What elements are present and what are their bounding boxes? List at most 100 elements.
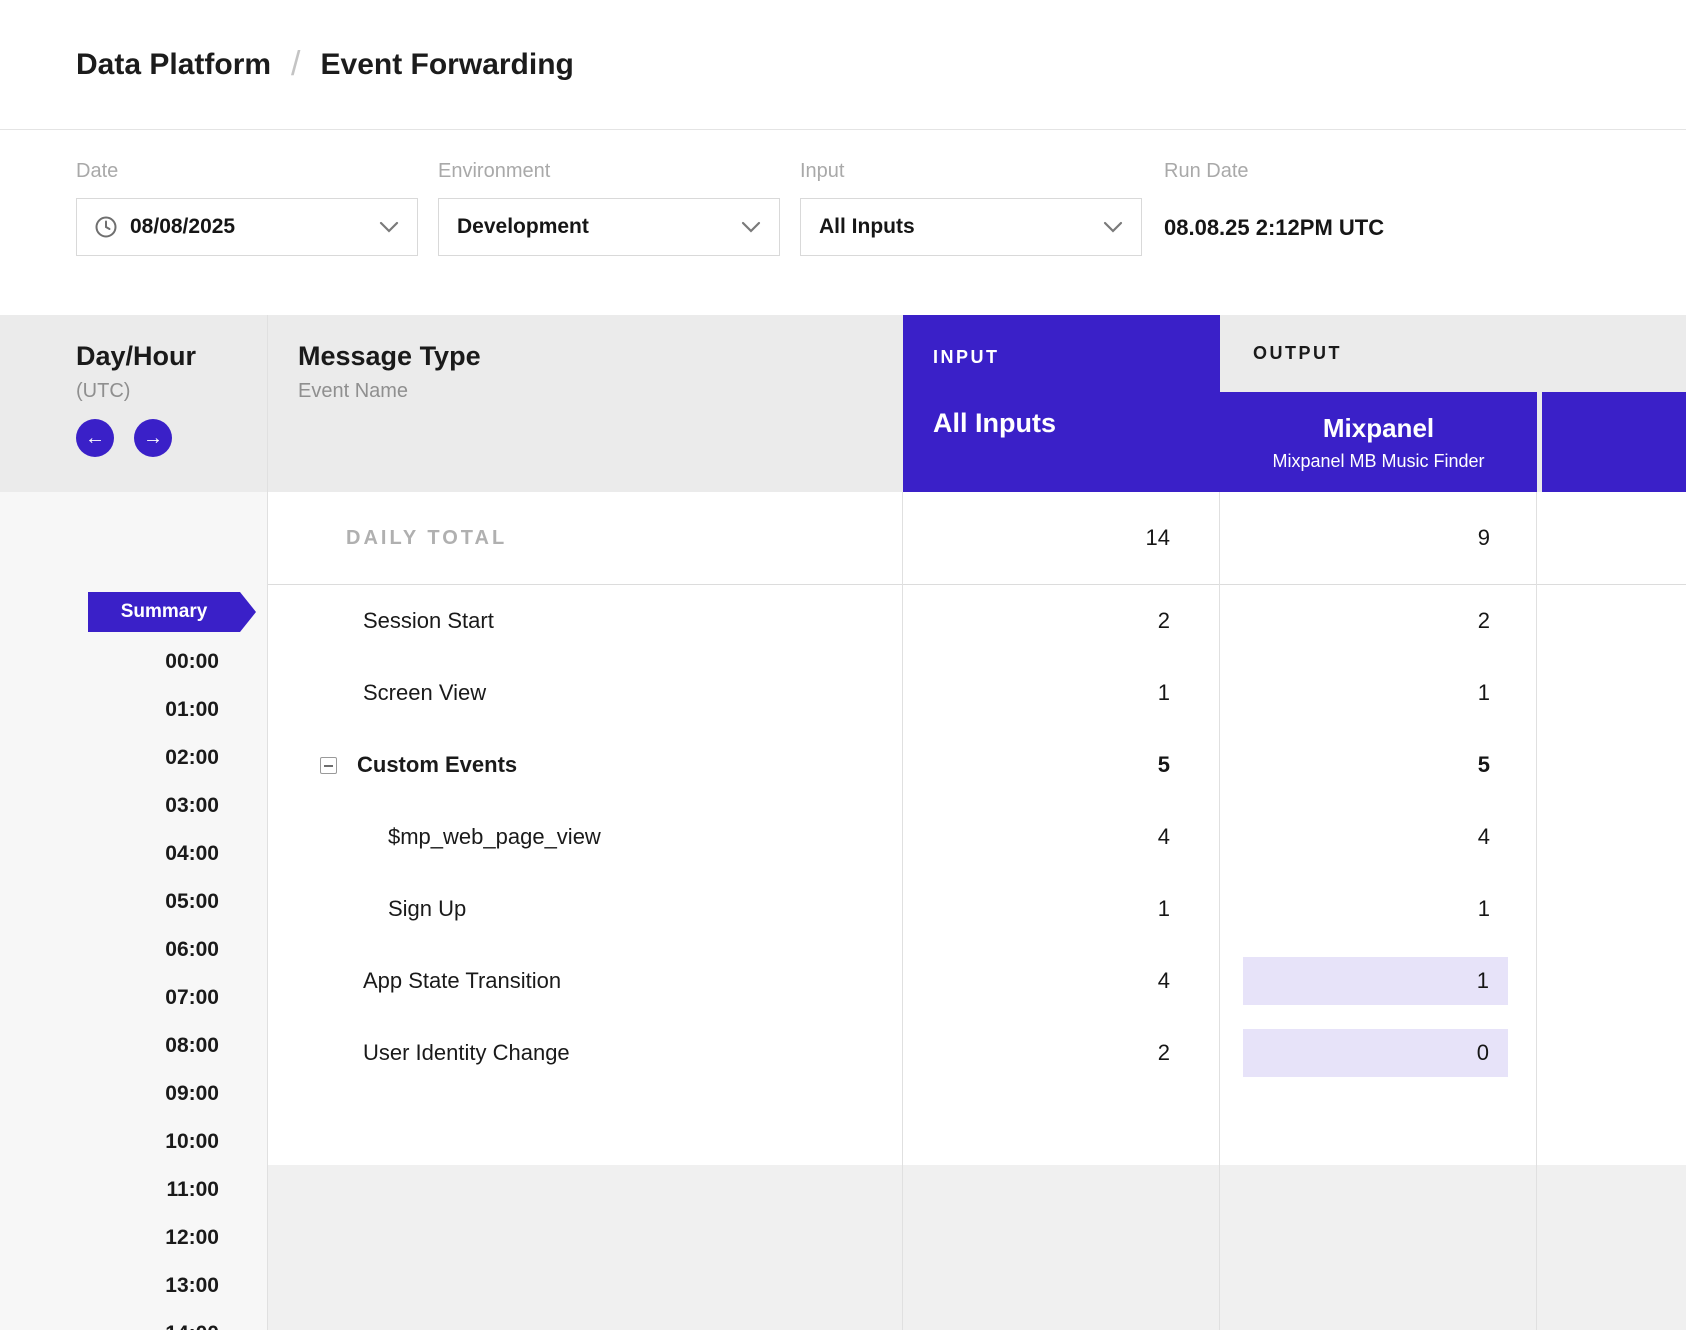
row-name: $mp_web_page_view — [268, 824, 903, 850]
input-count: 4 — [903, 824, 1220, 850]
day-hour-title: Day/Hour — [76, 341, 267, 372]
date-dropdown[interactable]: 08/08/2025 — [76, 198, 418, 256]
row-name-label: Screen View — [363, 680, 486, 706]
hour-item[interactable]: 02:00 — [0, 734, 267, 782]
partial-output-column — [1537, 315, 1686, 492]
table-body: Summary 00:0001:0002:0003:0004:0005:0006… — [0, 492, 1686, 1330]
hour-item[interactable]: 07:00 — [0, 974, 267, 1022]
hour-item[interactable]: 00:00 — [0, 638, 267, 686]
row-name: Sign Up — [268, 896, 903, 922]
table-row: $mp_web_page_view 4 4 — [268, 801, 1686, 873]
table-row: Custom Events55 — [268, 729, 1686, 801]
output-column-subtitle: Mixpanel MB Music Finder — [1272, 451, 1484, 472]
output-count-value: 5 — [1478, 752, 1490, 778]
message-type-subtitle: Event Name — [298, 380, 903, 403]
hour-item[interactable]: 06:00 — [0, 926, 267, 974]
breadcrumb-separator: / — [291, 45, 300, 84]
run-date-label: Run Date — [1164, 160, 1384, 183]
output-count-value: 4 — [1478, 824, 1490, 850]
arrow-right-icon: → — [143, 428, 163, 448]
table-row: User Identity Change 20 — [268, 1017, 1686, 1089]
row-name: Session Start — [268, 608, 903, 634]
hour-item[interactable]: 09:00 — [0, 1070, 267, 1118]
row-name: User Identity Change — [268, 1040, 903, 1066]
output-count: 1 — [1220, 957, 1537, 1005]
chevron-down-icon — [379, 221, 399, 233]
rows-spacer — [268, 1089, 1686, 1165]
output-header-block[interactable]: Mixpanel Mixpanel MB Music Finder — [1220, 392, 1537, 492]
event-forwarding-page: Data Platform / Event Forwarding Date 08… — [0, 0, 1686, 1330]
message-type-title: Message Type — [298, 341, 903, 372]
hours-column: Summary 00:0001:0002:0003:0004:0005:0006… — [0, 492, 268, 1330]
next-day-button[interactable]: → — [134, 419, 172, 457]
table-header: Day/Hour (UTC) ← → Message Type Event Na… — [0, 315, 1686, 492]
date-value: 08/08/2025 — [130, 215, 235, 239]
breadcrumb-section[interactable]: Data Platform — [76, 48, 271, 82]
environment-value: Development — [457, 215, 589, 239]
row-name-label: Custom Events — [357, 752, 517, 778]
date-filter: Date 08/08/2025 — [76, 160, 418, 256]
hour-item[interactable]: 03:00 — [0, 782, 267, 830]
hour-item[interactable]: 11:00 — [0, 1166, 267, 1214]
input-filter-label: Input — [800, 160, 1142, 183]
input-header-block[interactable]: INPUT All Inputs — [903, 315, 1220, 492]
daily-total-label: DAILY TOTAL — [268, 527, 903, 550]
output-count: 5 — [1220, 752, 1537, 778]
minus-square-icon[interactable] — [320, 757, 337, 774]
filter-bar: Date 08/08/2025 Environment Development — [0, 130, 1686, 315]
previous-day-button[interactable]: ← — [76, 419, 114, 457]
daily-total-row: DAILY TOTAL 14 9 — [268, 492, 1686, 585]
row-name-label: Sign Up — [388, 896, 466, 922]
input-count: 1 — [903, 680, 1220, 706]
output-count: 0 — [1220, 1029, 1537, 1077]
day-hour-header: Day/Hour (UTC) ← → — [0, 315, 268, 492]
hour-item[interactable]: 05:00 — [0, 878, 267, 926]
output-count-value: 1 — [1478, 680, 1490, 706]
input-column-name: All Inputs — [933, 408, 1220, 439]
output-column-name: Mixpanel — [1323, 413, 1434, 444]
row-name-label: User Identity Change — [363, 1040, 570, 1066]
output-header-label-area: OUTPUT — [1220, 315, 1537, 392]
hour-item[interactable]: 08:00 — [0, 1022, 267, 1070]
table-row: Sign Up11 — [268, 873, 1686, 945]
output-count: 4 — [1220, 824, 1537, 850]
arrow-left-icon: ← — [85, 428, 105, 448]
partial-output-top — [1537, 315, 1686, 392]
run-date: Run Date 08.08.25 2:12PM UTC — [1164, 160, 1384, 241]
output-count-value: 1 — [1478, 896, 1490, 922]
input-count: 2 — [903, 1040, 1220, 1066]
hour-item[interactable]: 14:00 — [0, 1310, 267, 1330]
message-rows: Session Start 2 2 Screen View 1 1 Custom Event… — [268, 585, 1686, 1089]
output-count-value: 0 — [1243, 1029, 1508, 1077]
column-divider — [902, 492, 903, 1330]
output-count: 1 — [1220, 680, 1537, 706]
output-count: 1 — [1220, 896, 1537, 922]
day-navigation: ← → — [76, 419, 267, 457]
output-column-header: OUTPUT Mixpanel Mixpanel MB Music Finder — [1220, 315, 1537, 492]
clock-icon — [95, 216, 117, 238]
environment-dropdown[interactable]: Development — [438, 198, 780, 256]
row-name-label: $mp_web_page_view — [388, 824, 601, 850]
hours-list: 00:0001:0002:0003:0004:0005:0006:0007:00… — [0, 638, 267, 1330]
chevron-down-icon — [1103, 221, 1123, 233]
output-count: 2 — [1220, 608, 1537, 634]
daily-total-input: 14 — [903, 525, 1220, 551]
hour-item[interactable]: 10:00 — [0, 1118, 267, 1166]
table-row: App State Transition41 — [268, 945, 1686, 1017]
row-name: Screen View — [268, 680, 903, 706]
hour-item[interactable]: 04:00 — [0, 830, 267, 878]
hour-item[interactable]: 01:00 — [0, 686, 267, 734]
summary-flag[interactable]: Summary — [88, 592, 240, 632]
input-value: All Inputs — [819, 215, 915, 239]
hour-item[interactable]: 12:00 — [0, 1214, 267, 1262]
table-row: Session Start22 — [268, 585, 1686, 657]
day-hour-subtitle: (UTC) — [76, 380, 267, 403]
input-dropdown[interactable]: All Inputs — [800, 198, 1142, 256]
hour-item[interactable]: 13:00 — [0, 1262, 267, 1310]
row-name: Custom Events — [268, 752, 903, 778]
row-name: App State Transition — [268, 968, 903, 994]
partial-output-header-block[interactable] — [1542, 392, 1686, 492]
input-filter: Input All Inputs — [800, 160, 1142, 256]
input-count: 4 — [903, 968, 1220, 994]
row-name-label: Session Start — [363, 608, 494, 634]
